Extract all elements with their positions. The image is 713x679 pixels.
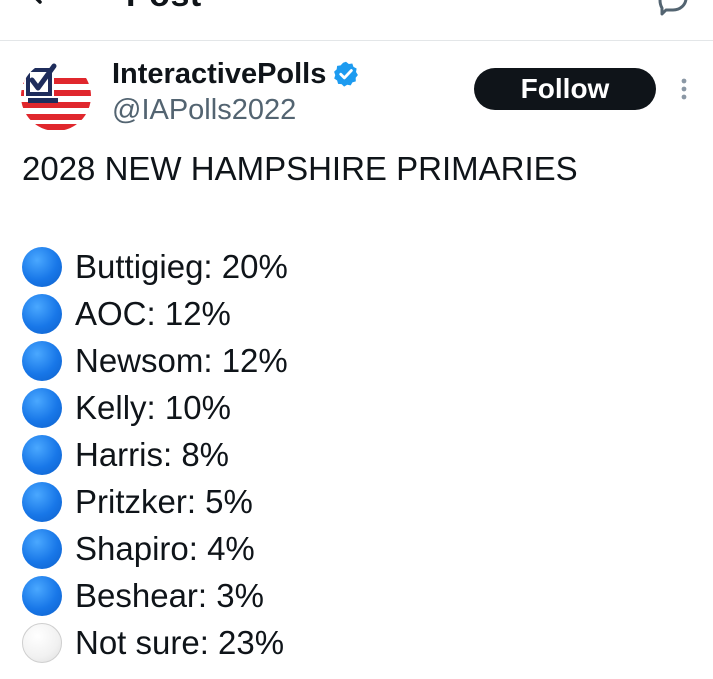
avatar[interactable] bbox=[20, 60, 92, 132]
blue-circle-icon bbox=[22, 387, 62, 428]
top-navigation-bar: Post bbox=[0, 0, 713, 41]
reply-icon[interactable] bbox=[652, 0, 692, 18]
poll-result-item: Not sure: 23% bbox=[22, 619, 288, 666]
interactivepolls-logo-icon bbox=[21, 61, 91, 131]
blue-circle-icon bbox=[22, 340, 62, 381]
poll-result-label: Beshear: 3% bbox=[75, 576, 264, 614]
blue-circle-icon bbox=[22, 246, 62, 287]
white-circle-icon bbox=[22, 622, 62, 663]
poll-result-item: Harris: 8% bbox=[22, 431, 288, 478]
blue-circle-icon bbox=[22, 293, 62, 334]
blue-circle-icon bbox=[22, 434, 62, 475]
post-headline: 2028 NEW HAMPSHIRE PRIMARIES bbox=[22, 150, 578, 187]
more-options-icon[interactable] bbox=[674, 76, 694, 102]
verified-badge-icon bbox=[334, 61, 359, 87]
author-display-name[interactable]: InteractivePolls bbox=[112, 58, 326, 91]
poll-result-label: Buttigieg: 20% bbox=[75, 247, 288, 285]
poll-result-label: Pritzker: 5% bbox=[75, 482, 253, 520]
back-arrow-icon[interactable] bbox=[22, 0, 62, 14]
poll-result-item: Pritzker: 5% bbox=[22, 478, 288, 525]
poll-result-item: Kelly: 10% bbox=[22, 384, 288, 431]
author-handle[interactable]: @IAPolls2022 bbox=[112, 94, 296, 127]
poll-result-label: Shapiro: 4% bbox=[75, 529, 255, 567]
author-name-row: InteractivePolls bbox=[112, 58, 360, 90]
blue-circle-icon bbox=[22, 481, 62, 522]
poll-result-item: Newsom: 12% bbox=[22, 337, 288, 384]
poll-result-label: Newsom: 12% bbox=[75, 341, 288, 379]
poll-result-label: AOC: 12% bbox=[75, 294, 231, 332]
poll-result-label: Kelly: 10% bbox=[75, 388, 231, 426]
poll-result-item: Beshear: 3% bbox=[22, 572, 288, 619]
poll-result-label: Not sure: 23% bbox=[75, 623, 285, 661]
page-title: Post bbox=[126, 0, 202, 15]
blue-circle-icon bbox=[22, 575, 62, 616]
follow-button[interactable]: Follow bbox=[474, 68, 656, 110]
poll-result-item: Shapiro: 4% bbox=[22, 525, 288, 572]
poll-result-label: Harris: 8% bbox=[75, 435, 230, 473]
poll-result-item: AOC: 12% bbox=[22, 290, 288, 337]
poll-results-list: Buttigieg: 20% AOC: 12% Newsom: 12% Kelly: … bbox=[22, 243, 288, 666]
poll-result-item: Buttigieg: 20% bbox=[22, 243, 288, 290]
blue-circle-icon bbox=[22, 528, 62, 569]
